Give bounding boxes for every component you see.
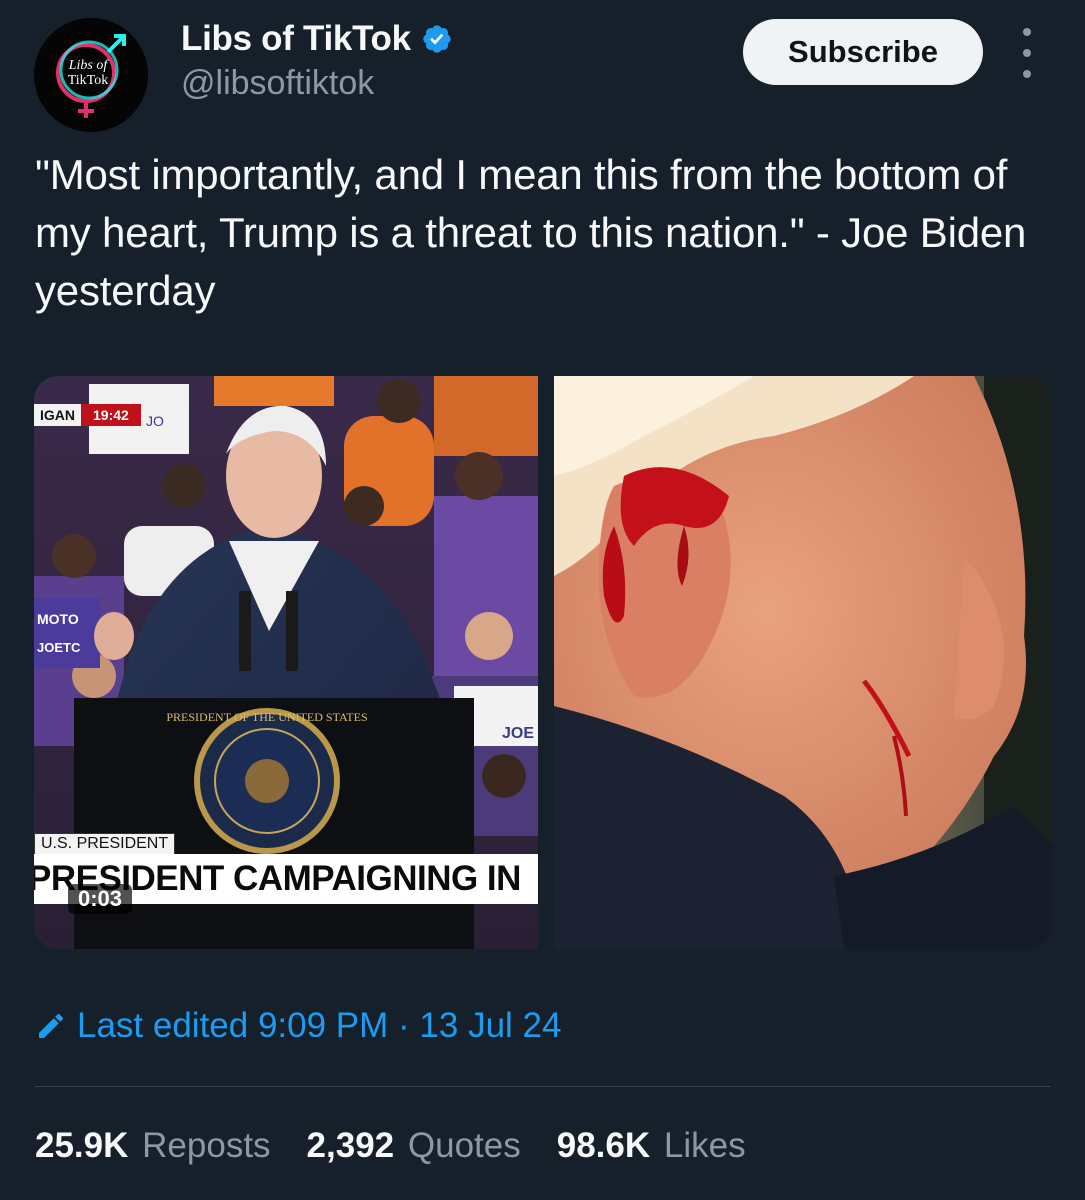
last-edited-link[interactable]: Last edited 9:09 PM · 13 Jul 24 xyxy=(35,1006,561,1046)
bug-clock: 19:42 xyxy=(81,404,141,426)
seal-text: PRESIDENT OF THE UNITED STATES xyxy=(166,710,367,724)
likes-label: Likes xyxy=(663,1126,746,1165)
last-edited-label: Last edited 9:09 PM · 13 Jul 24 xyxy=(77,1006,562,1045)
more-options-icon[interactable] xyxy=(1012,28,1042,78)
avatar-logo: Libs of TikTok xyxy=(34,18,148,132)
engagement-stats: 25.9K Reposts 2,392 Quotes 98.6K Likes xyxy=(35,1126,782,1166)
name-row: Libs of TikTok xyxy=(181,18,453,60)
sign-text-1: JO xyxy=(146,413,164,429)
video-thumbnail[interactable]: JO MOTO JOETC JOE PRESIDENT OF THE UNITE… xyxy=(34,376,538,949)
lower-third-tag: U.S. PRESIDENT xyxy=(34,833,176,855)
divider xyxy=(35,1086,1051,1087)
quotes-count: 2,392 xyxy=(306,1126,395,1165)
sign-text-4: JOETC xyxy=(37,640,81,655)
more-dot xyxy=(1023,28,1031,36)
subscribe-button[interactable]: Subscribe xyxy=(743,19,983,85)
photo-image xyxy=(554,376,1052,949)
more-dot xyxy=(1023,70,1031,78)
tweet-text: "Most importantly, and I mean this from … xyxy=(35,151,1027,314)
likes-stat[interactable]: 98.6K Likes xyxy=(557,1126,746,1166)
reposts-stat[interactable]: 25.9K Reposts xyxy=(35,1126,271,1166)
quotes-label: Quotes xyxy=(407,1126,521,1165)
bug-state-label: IGAN xyxy=(34,404,81,426)
photo-thumbnail[interactable] xyxy=(554,376,1052,949)
handle[interactable]: @libsoftiktok xyxy=(181,64,374,103)
reposts-label: Reposts xyxy=(142,1126,271,1165)
sign-text-2: JOE xyxy=(502,725,534,742)
avatar[interactable]: Libs of TikTok xyxy=(34,18,148,132)
media-grid: JO MOTO JOETC JOE PRESIDENT OF THE UNITE… xyxy=(34,376,1052,949)
likes-count: 98.6K xyxy=(556,1126,651,1165)
reposts-count: 25.9K xyxy=(35,1126,129,1165)
more-dot xyxy=(1023,49,1031,57)
edit-pencil-icon xyxy=(39,1013,64,1038)
avatar-text-line2: TikTok xyxy=(68,73,109,88)
quotes-stat[interactable]: 2,392 Quotes xyxy=(307,1126,521,1166)
verified-badge-icon xyxy=(423,25,451,53)
display-name[interactable]: Libs of TikTok xyxy=(181,19,411,59)
sign-text-3: MOTO xyxy=(37,611,79,627)
avatar-text-line1: Libs of xyxy=(68,58,110,73)
news-bug: IGAN 19:42 xyxy=(34,404,141,426)
tweet-header: Libs of TikTok Libs of TikTok @libsoftik… xyxy=(0,0,1085,132)
video-duration-badge: 0:03 xyxy=(68,884,133,914)
